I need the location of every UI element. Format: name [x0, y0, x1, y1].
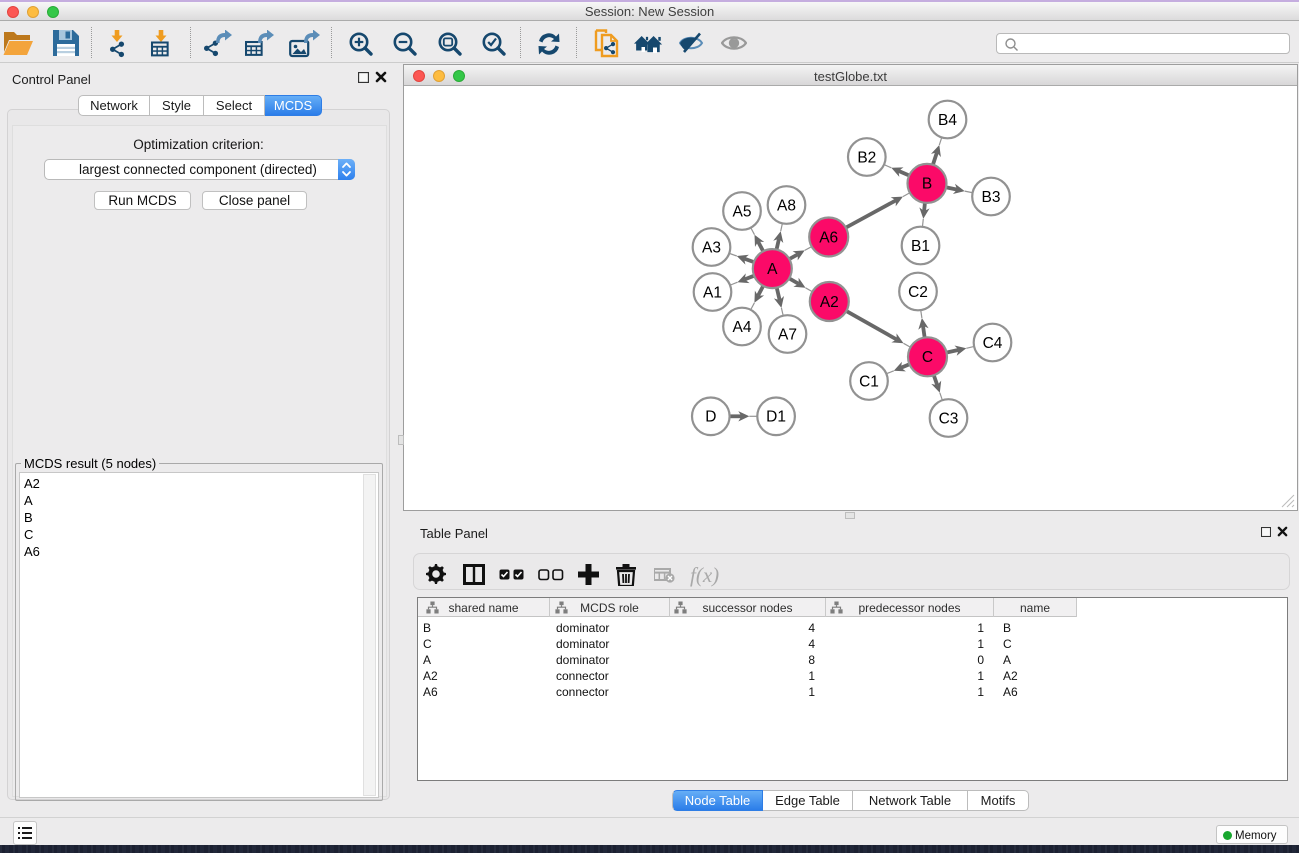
svg-text:A8: A8	[777, 197, 796, 214]
svg-text:A7: A7	[778, 326, 797, 343]
svg-text:C3: C3	[939, 410, 959, 427]
svg-text:A4: A4	[733, 319, 752, 336]
svg-text:B1: B1	[911, 238, 930, 255]
svg-text:C4: C4	[983, 335, 1003, 352]
svg-text:C: C	[922, 349, 933, 366]
svg-text:D: D	[705, 409, 716, 426]
svg-text:A3: A3	[702, 239, 721, 256]
svg-text:B3: B3	[982, 189, 1001, 206]
svg-text:C1: C1	[859, 373, 879, 390]
svg-text:B: B	[922, 176, 932, 193]
svg-text:A5: A5	[733, 203, 752, 220]
svg-text:B2: B2	[857, 149, 876, 166]
svg-text:A2: A2	[820, 294, 839, 311]
svg-text:A1: A1	[703, 284, 722, 301]
svg-text:A6: A6	[819, 229, 838, 246]
svg-text:A: A	[767, 261, 778, 278]
svg-text:D1: D1	[766, 409, 786, 426]
svg-text:C2: C2	[908, 284, 928, 301]
svg-text:B4: B4	[938, 112, 957, 129]
